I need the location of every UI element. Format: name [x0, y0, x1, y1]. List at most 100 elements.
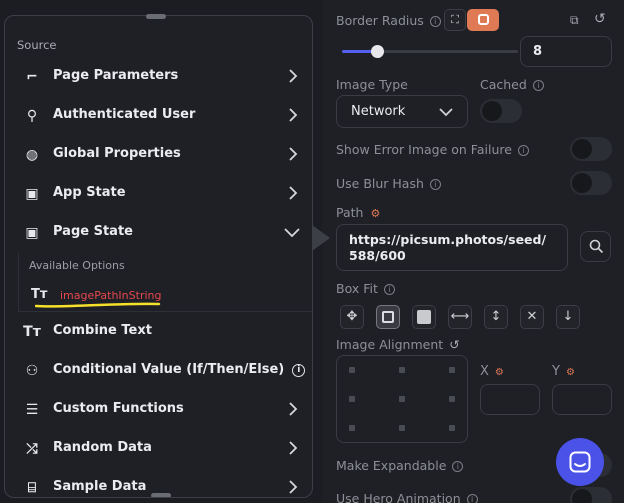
image-type-label: Image Type	[336, 77, 408, 92]
source-item-page-state[interactable]: ▣ Page State	[5, 213, 312, 252]
image-type-dropdown[interactable]: Network	[336, 95, 468, 128]
reset-icon[interactable]: ↺	[449, 337, 459, 352]
source-item-label: Random Data	[53, 440, 152, 455]
source-item-label: Sample Data	[53, 479, 147, 494]
show-error-image-label: Show Error Image on Failure i	[336, 142, 529, 157]
fit-cover-icon[interactable]	[412, 305, 436, 329]
info-icon[interactable]: i	[466, 494, 478, 503]
image-type-value: Network	[351, 104, 406, 119]
corners-all-icon[interactable]: ⛶	[444, 9, 466, 31]
align-bottom-center[interactable]	[399, 425, 405, 431]
chevron-right-icon	[289, 441, 298, 455]
source-item-random-data[interactable]: ⤮ Random Data	[5, 429, 312, 468]
reset-icon[interactable]: ↺	[594, 11, 606, 27]
chevron-down-icon	[439, 108, 453, 117]
path-label: Path ⚙	[336, 205, 381, 220]
source-item-authenticated-user[interactable]: ⚲ Authenticated User	[5, 96, 312, 135]
border-radius-label: Border Radius i	[336, 13, 441, 28]
resize-handle-bottom[interactable]	[151, 493, 171, 497]
info-icon[interactable]: i	[429, 16, 441, 27]
globe-icon: ◍	[25, 147, 39, 163]
fit-none-icon[interactable]: ✕	[520, 305, 544, 329]
align-top-right[interactable]	[449, 367, 455, 373]
yellow-underline-annotation	[35, 302, 161, 308]
source-item-conditional-value[interactable]: ⚇ Conditional Value (If/Then/Else) i	[5, 351, 312, 390]
align-top-left[interactable]	[349, 367, 355, 373]
chat-icon	[569, 451, 591, 473]
chevron-down-icon	[284, 228, 300, 238]
variable-settings-icon[interactable]: ⚙	[495, 367, 504, 378]
fit-move-icon[interactable]: ✥	[340, 305, 364, 329]
align-top-center[interactable]	[399, 367, 405, 373]
border-radius-slider[interactable]	[342, 45, 518, 58]
search-icon	[589, 239, 604, 254]
source-item-label: Combine Text	[53, 323, 152, 338]
resize-handle-top[interactable]	[146, 14, 166, 19]
chevron-right-icon	[289, 480, 298, 494]
border-radius-input[interactable]: 8	[520, 36, 612, 67]
source-item-combine-text[interactable]: Tт Combine Text	[5, 312, 312, 351]
info-icon[interactable]: i	[383, 284, 395, 295]
align-bottom-left[interactable]	[349, 425, 355, 431]
source-item-label: Conditional Value (If/Then/Else) i	[53, 362, 306, 377]
shuffle-icon: ⤮	[26, 441, 38, 457]
corners-uniform-button[interactable]	[467, 9, 499, 31]
border-radius-value: 8	[533, 44, 543, 59]
x-input[interactable]	[480, 384, 540, 415]
blur-hash-toggle[interactable]	[570, 171, 612, 195]
align-center[interactable]	[399, 396, 405, 402]
y-label: Y ⚙	[552, 364, 575, 379]
available-options-title: Available Options	[29, 259, 125, 272]
fit-contain-icon[interactable]	[376, 305, 400, 329]
source-item-label: Custom Functions	[53, 401, 184, 416]
source-title: Source	[17, 38, 57, 52]
info-icon[interactable]: i	[532, 80, 544, 91]
box-fit-label: Box Fit i	[336, 281, 395, 296]
align-center-left[interactable]	[349, 396, 355, 402]
source-item-app-state[interactable]: ▣ App State	[5, 174, 312, 213]
fit-width-icon[interactable]: ⟷	[448, 305, 472, 329]
app-state-icon: ▣	[25, 186, 39, 202]
image-alignment-label: Image Alignment ↺	[336, 337, 460, 352]
info-icon[interactable]: i	[292, 364, 306, 377]
show-error-image-toggle[interactable]	[570, 137, 612, 161]
available-options: Available Options Tт imagePathInString	[18, 253, 312, 312]
info-icon[interactable]: i	[452, 461, 464, 472]
y-input[interactable]	[552, 384, 612, 415]
fit-scale-down-icon[interactable]: ↓	[556, 305, 580, 329]
align-bottom-right[interactable]	[449, 425, 455, 431]
cached-toggle[interactable]	[480, 99, 522, 123]
slider-thumb[interactable]	[371, 45, 385, 58]
source-dropdown: Source ⌐ Page Parameters ⚲ Authenticated…	[4, 15, 313, 498]
source-item-custom-functions[interactable]: ☰ Custom Functions	[5, 390, 312, 429]
path-input[interactable]: https://picsum.photos/seed/ 588/600	[336, 224, 568, 271]
fit-height-icon[interactable]: ↕	[484, 305, 508, 329]
source-item-label: App State	[53, 185, 126, 200]
chevron-right-icon	[289, 147, 298, 161]
chat-launcher-button[interactable]	[556, 438, 604, 486]
search-button[interactable]	[580, 231, 611, 262]
variable-settings-icon[interactable]: ⚙	[566, 367, 575, 378]
page-state-icon: ▣	[25, 225, 39, 241]
page-parameters-icon: ⌐	[26, 69, 38, 85]
text-icon: Tт	[23, 324, 41, 340]
source-item-label: Page Parameters	[53, 68, 179, 83]
source-item-global-properties[interactable]: ◍ Global Properties	[5, 135, 312, 174]
copy-icon[interactable]: ⧉	[570, 13, 579, 28]
source-item-label: Authenticated User	[53, 107, 196, 122]
make-expandable-label: Make Expandable i	[336, 458, 464, 473]
info-icon[interactable]: i	[517, 145, 529, 156]
info-icon[interactable]: i	[429, 179, 441, 190]
align-center-right[interactable]	[449, 396, 455, 402]
source-item-label: Global Properties	[53, 146, 181, 161]
sample-data-icon: ⌸	[27, 480, 37, 496]
chevron-right-icon	[289, 402, 298, 416]
alignment-grid[interactable]	[336, 355, 468, 443]
path-value: https://picsum.photos/seed/ 588/600	[349, 232, 547, 263]
source-item-page-parameters[interactable]: ⌐ Page Parameters	[5, 57, 312, 96]
variable-settings-icon[interactable]: ⚙	[370, 207, 380, 220]
user-icon: ⚲	[26, 108, 38, 124]
hero-animation-toggle[interactable]	[570, 487, 612, 503]
hero-animation-label: Use Hero Animation i	[336, 491, 478, 503]
cached-label: Cached i	[480, 77, 544, 92]
